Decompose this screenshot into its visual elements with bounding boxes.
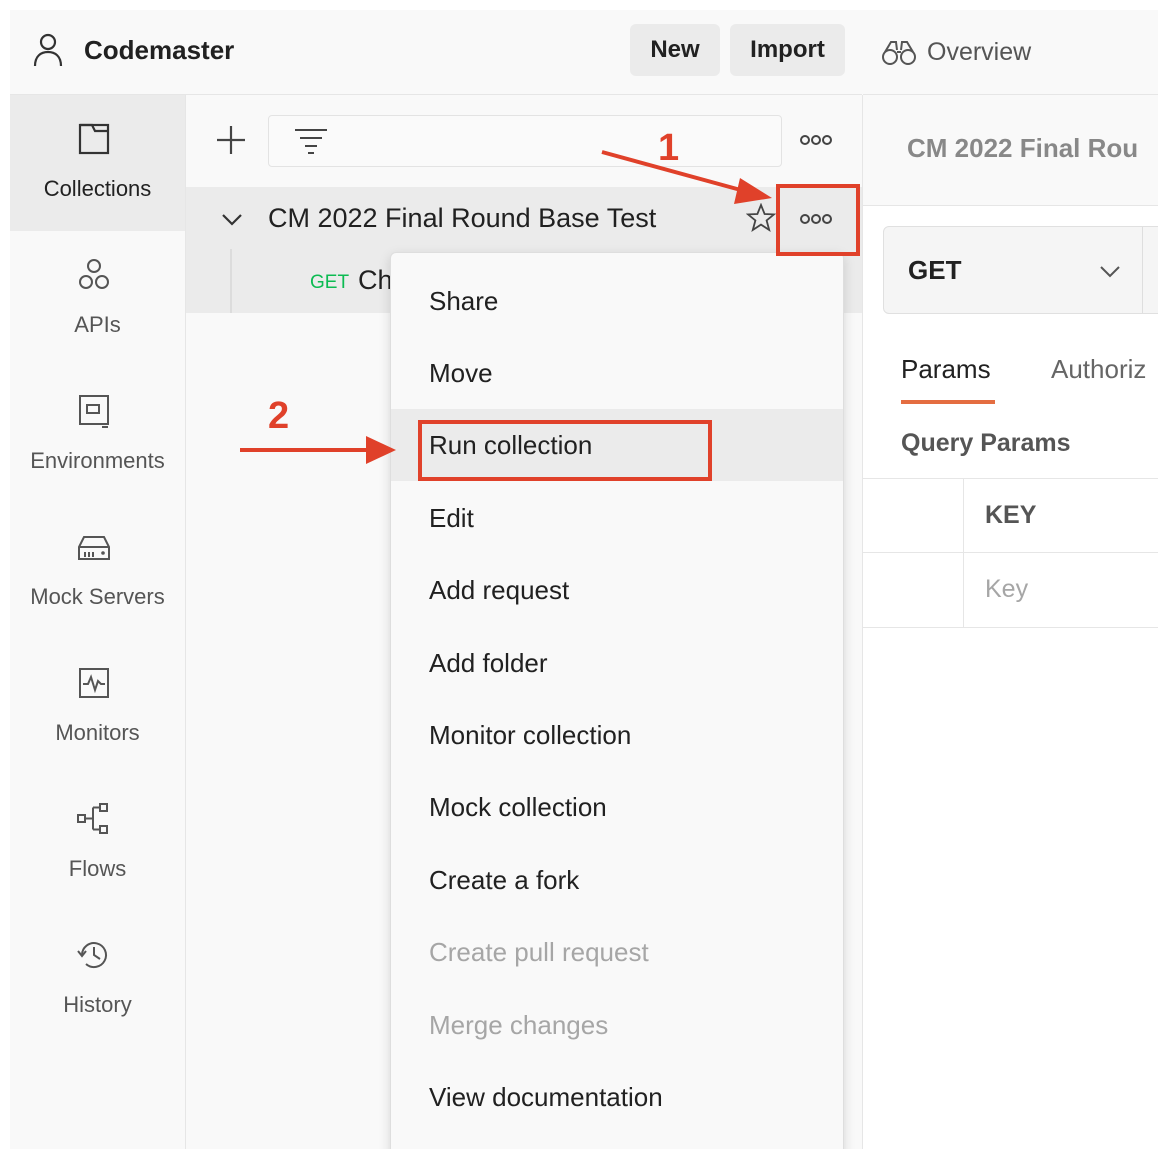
query-params-table: KEY Key bbox=[863, 478, 1158, 628]
sidebar-nav: Collections APIs Environments Mock Serve… bbox=[10, 95, 186, 1149]
workspace-name[interactable]: Codemaster bbox=[84, 30, 234, 70]
sidebar-item-collections[interactable]: Collections bbox=[10, 95, 185, 231]
collections-icon bbox=[78, 123, 110, 155]
sidebar-item-flows[interactable]: Flows bbox=[10, 775, 185, 911]
sidebar-item-environments[interactable]: Environments bbox=[10, 367, 185, 503]
collection-row[interactable]: CM 2022 Final Round Base Test bbox=[186, 187, 862, 249]
add-collection-icon[interactable] bbox=[214, 123, 248, 157]
mock-servers-icon bbox=[78, 536, 110, 560]
annotation-step-2: 2 bbox=[268, 395, 290, 437]
method-value: GET bbox=[908, 255, 962, 285]
app-window: Codemaster New Import Collections APIs E… bbox=[10, 10, 1158, 1149]
workspace-header: Codemaster New Import bbox=[10, 10, 862, 95]
flows-icon bbox=[77, 803, 108, 834]
sidebar-item-mock-servers[interactable]: Mock Servers bbox=[10, 503, 185, 639]
more-options-icon[interactable] bbox=[798, 125, 834, 155]
menu-item-add-folder[interactable]: Add folder bbox=[391, 627, 843, 699]
highlight-box-run-collection bbox=[418, 420, 712, 481]
menu-item-edit[interactable]: Edit bbox=[391, 482, 843, 554]
sidebar-item-history[interactable]: History bbox=[10, 911, 185, 1047]
divider bbox=[863, 552, 1158, 553]
menu-item-share[interactable]: Share bbox=[391, 265, 843, 337]
star-icon[interactable] bbox=[746, 203, 776, 233]
highlight-box-more-options bbox=[776, 184, 860, 256]
sidebar-item-label: Monitors bbox=[55, 720, 140, 745]
request-title[interactable]: CM 2022 Final Rou bbox=[907, 131, 1138, 165]
divider bbox=[1142, 227, 1143, 313]
sidebar-item-label: Environments bbox=[30, 448, 165, 473]
request-editor: Overview CM 2022 Final Rou GET Params Au… bbox=[863, 10, 1158, 1149]
request-title-bar: CM 2022 Final Rou bbox=[863, 95, 1158, 206]
query-params-label: Query Params bbox=[901, 429, 1071, 457]
request-method-badge: GET bbox=[310, 272, 350, 293]
tree-guide-line bbox=[230, 249, 232, 313]
chevron-down-icon bbox=[1100, 266, 1120, 278]
filter-input[interactable] bbox=[268, 115, 782, 167]
menu-item-monitor-collection[interactable]: Monitor collection bbox=[391, 699, 843, 771]
sidebar-item-label: Mock Servers bbox=[30, 584, 165, 609]
sidebar-item-label: APIs bbox=[74, 312, 121, 337]
active-tab-indicator bbox=[901, 400, 995, 404]
sidebar-item-monitors[interactable]: Monitors bbox=[10, 639, 185, 775]
menu-item-create-pull-request: Create pull request bbox=[429, 937, 649, 967]
divider bbox=[863, 627, 1158, 628]
environments-icon bbox=[79, 395, 109, 428]
divider bbox=[963, 478, 964, 628]
binoculars-icon bbox=[882, 41, 916, 65]
menu-item-create-fork[interactable]: Create a fork bbox=[391, 844, 843, 916]
sidebar-item-label: Flows bbox=[68, 856, 127, 881]
menu-item-mock-collection[interactable]: Mock collection bbox=[391, 771, 843, 843]
method-select[interactable]: GET bbox=[883, 226, 1158, 314]
tab-overview[interactable]: Overview bbox=[863, 10, 1158, 95]
sidebar-item-label: History bbox=[63, 992, 132, 1017]
new-button[interactable]: New bbox=[630, 24, 720, 76]
history-icon bbox=[77, 942, 107, 969]
key-column-header: KEY bbox=[985, 501, 1037, 529]
annotation-step-1: 1 bbox=[658, 127, 680, 169]
apis-icon bbox=[79, 259, 109, 289]
filter-icon bbox=[295, 129, 327, 154]
key-input[interactable]: Key bbox=[985, 572, 1028, 606]
collection-name: CM 2022 Final Round Base Test bbox=[268, 203, 657, 233]
user-icon bbox=[33, 33, 63, 67]
request-name: Ch bbox=[358, 265, 393, 295]
sidebar-item-label: Collections bbox=[43, 176, 152, 201]
menu-item-add-request[interactable]: Add request bbox=[391, 554, 843, 626]
menu-item-move[interactable]: Move bbox=[391, 337, 843, 409]
overview-tab-label: Overview bbox=[927, 38, 1032, 66]
sidebar-item-apis[interactable]: APIs bbox=[10, 231, 185, 367]
chevron-down-icon[interactable] bbox=[220, 207, 244, 231]
divider bbox=[863, 478, 1158, 479]
import-button[interactable]: Import bbox=[730, 24, 845, 76]
menu-item-view-documentation[interactable]: View documentation bbox=[391, 1061, 843, 1133]
tab-authorization[interactable]: Authoriz bbox=[1051, 352, 1146, 386]
tab-params[interactable]: Params bbox=[901, 352, 991, 386]
menu-item-merge-changes: Merge changes bbox=[429, 1010, 609, 1040]
monitors-icon bbox=[79, 668, 109, 698]
collection-context-menu: Share Move Run collection Edit Add reque… bbox=[390, 252, 844, 1149]
